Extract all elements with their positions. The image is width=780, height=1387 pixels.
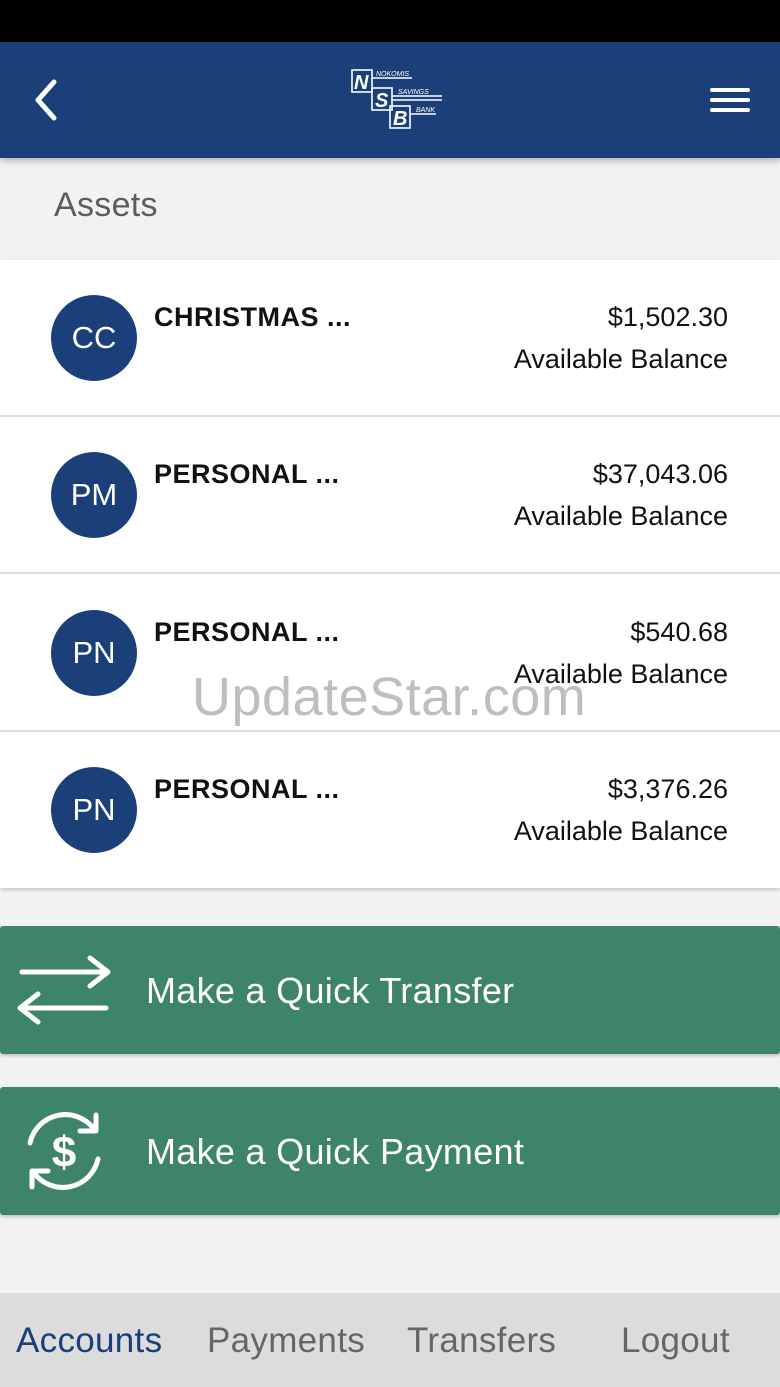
accounts-list: CC CHRISTMAS ... $1,502.30 Available Bal… <box>0 260 780 888</box>
account-balance-label: Available Balance <box>513 501 728 531</box>
logo-word-nokomis: NOKOMIS <box>376 71 409 78</box>
bottom-nav: Accounts Payments Transfers Logout <box>0 1293 780 1387</box>
account-amount: $3,376.26 <box>607 774 728 804</box>
quick-payment-label: Make a Quick Payment <box>146 1131 525 1172</box>
chevron-left-icon <box>35 79 57 121</box>
account-name: PERSONAL ... <box>154 617 340 647</box>
menu-button[interactable] <box>700 78 760 122</box>
account-name: PERSONAL ... <box>154 774 340 804</box>
nav-transfers[interactable]: Transfers <box>407 1321 556 1361</box>
account-avatar: PM <box>51 452 137 538</box>
transfer-arrows-icon <box>17 955 111 1025</box>
quick-transfer-button[interactable]: Make a Quick Transfer <box>0 926 780 1054</box>
account-balance-label: Available Balance <box>513 659 728 689</box>
svg-text:$: $ <box>52 1128 76 1177</box>
account-avatar: CC <box>51 295 137 381</box>
hamburger-menu-icon <box>710 88 750 112</box>
status-bar <box>0 0 780 42</box>
logo-letter-n: N <box>354 72 369 94</box>
account-amount: $540.68 <box>630 617 728 647</box>
account-amount: $37,043.06 <box>592 459 728 489</box>
account-row[interactable]: PN PERSONAL ... $540.68 Available Balanc… <box>0 575 780 732</box>
account-balance-label: Available Balance <box>513 816 728 846</box>
nav-payments[interactable]: Payments <box>207 1321 365 1361</box>
nav-logout[interactable]: Logout <box>621 1321 730 1361</box>
logo-word-bank: BANK <box>416 107 435 114</box>
account-avatar: PN <box>51 610 137 696</box>
back-button[interactable] <box>24 72 72 128</box>
nav-accounts[interactable]: Accounts <box>16 1321 162 1361</box>
account-amount: $1,502.30 <box>607 302 728 332</box>
account-avatar: PN <box>51 767 137 853</box>
section-title: Assets <box>54 186 158 224</box>
app-header: N S B NOKOMIS SAVINGS BANK <box>0 42 780 158</box>
logo-letter-s: S <box>375 90 389 112</box>
account-name: PERSONAL ... <box>154 459 340 489</box>
logo-letter-b: B <box>393 108 407 130</box>
account-row[interactable]: PN PERSONAL ... $3,376.26 Available Bala… <box>0 732 780 889</box>
account-name: CHRISTMAS ... <box>154 302 352 332</box>
account-row[interactable]: PM PERSONAL ... $37,043.06 Available Bal… <box>0 417 780 574</box>
account-row[interactable]: CC CHRISTMAS ... $1,502.30 Available Bal… <box>0 260 780 417</box>
bank-logo: N S B NOKOMIS SAVINGS BANK <box>351 69 442 130</box>
dollar-cycle-icon: $ <box>27 1112 101 1190</box>
quick-transfer-label: Make a Quick Transfer <box>146 970 515 1011</box>
quick-payment-button[interactable]: $ Make a Quick Payment <box>0 1087 780 1215</box>
logo-word-savings: SAVINGS <box>398 89 429 96</box>
account-balance-label: Available Balance <box>513 344 728 374</box>
